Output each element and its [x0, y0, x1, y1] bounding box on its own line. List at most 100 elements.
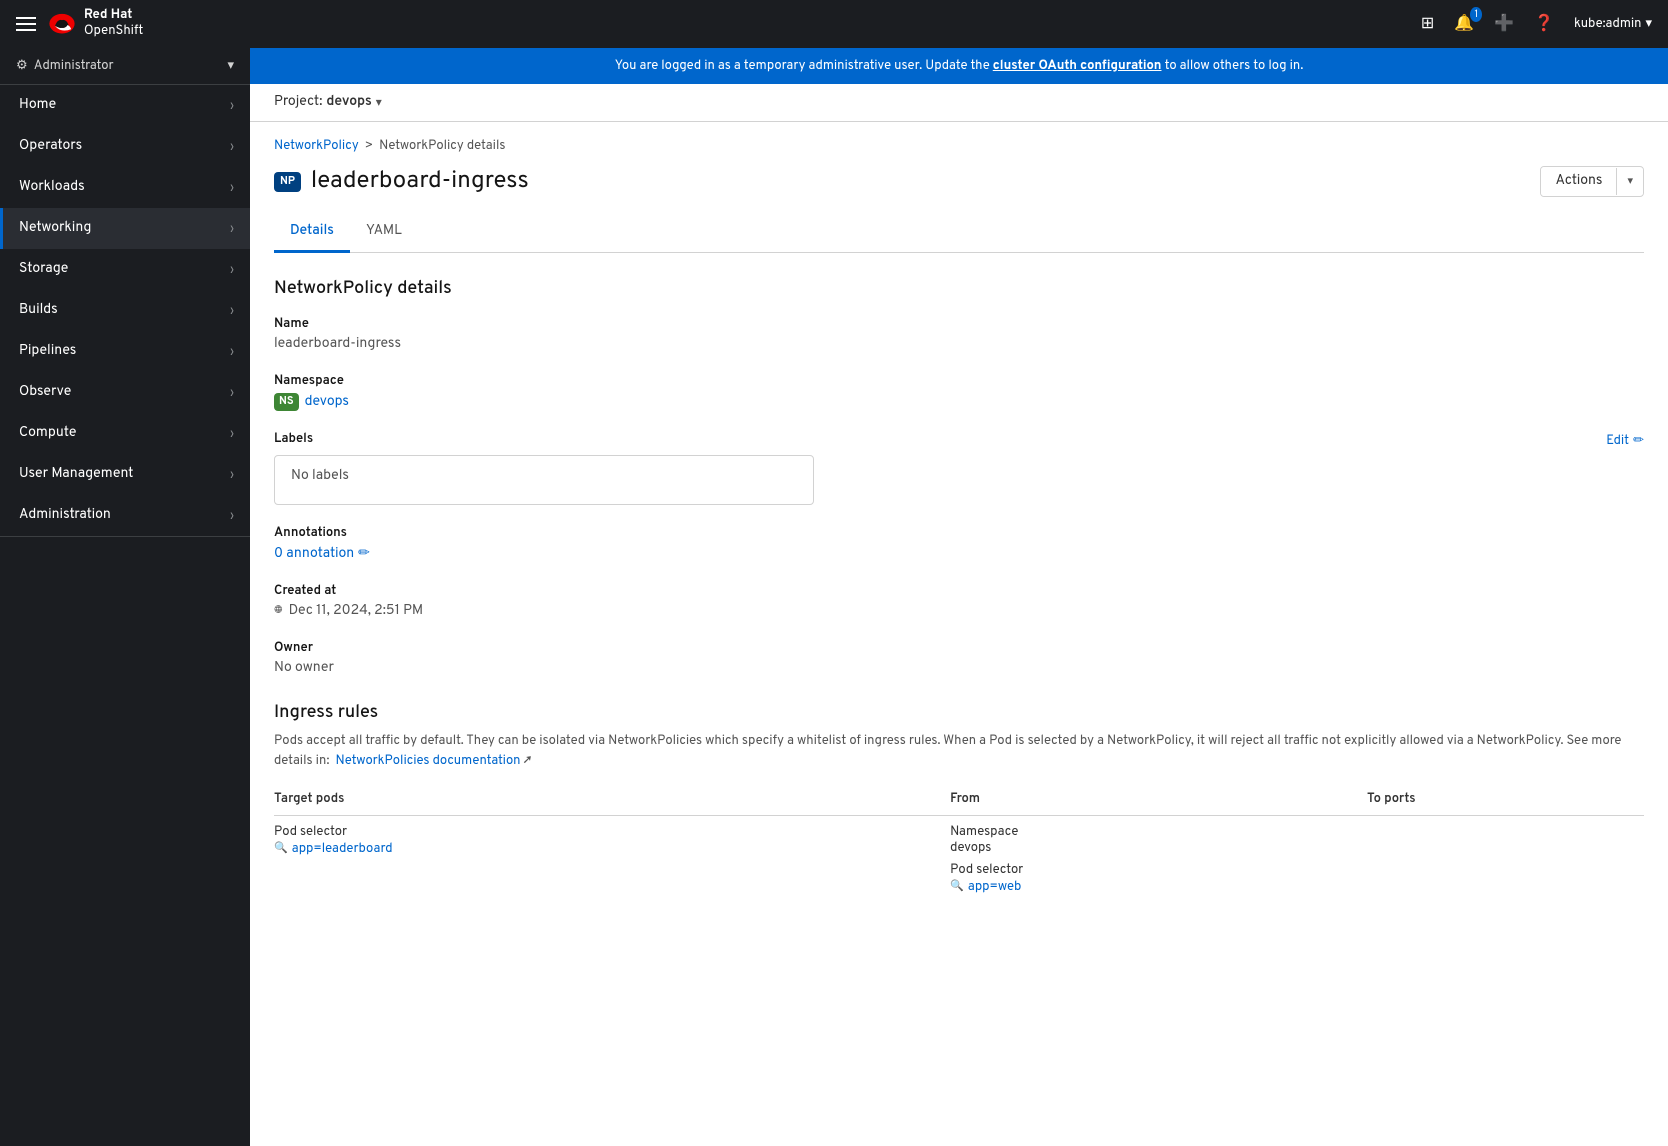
observe-label: Observe: [19, 384, 71, 401]
ingress-title: Ingress rules: [274, 701, 1644, 724]
from-namespace-value: devops: [950, 840, 1367, 856]
builds-chevron: ›: [230, 303, 234, 319]
sidebar-item-networking[interactable]: Networking ›: [0, 208, 250, 249]
brand-logo-area: Red Hat OpenShift: [48, 8, 143, 39]
labels-box: No labels: [274, 455, 814, 505]
target-pod-value: app=leaderboard: [292, 841, 393, 857]
hamburger-menu[interactable]: [16, 17, 36, 31]
banner-message: You are logged in as a temporary adminis…: [615, 58, 993, 74]
ingress-description: Pods accept all traffic by default. They…: [274, 732, 1644, 771]
from-pod-selector-label: Pod selector: [950, 862, 1367, 878]
labels-field: Labels Edit ✏ No labels: [274, 431, 1644, 505]
pencil-icon: ✏: [1633, 433, 1644, 449]
actions-button[interactable]: Actions ▾: [1540, 166, 1644, 197]
main-content: You are logged in as a temporary adminis…: [250, 48, 1668, 1146]
add-icon[interactable]: ➕: [1494, 13, 1514, 35]
name-value: leaderboard-ingress: [274, 336, 1644, 353]
admin-label: ⚙ Administrator: [16, 58, 114, 74]
administration-label: Administration: [19, 507, 111, 524]
project-bar: Project: devops ▾: [250, 84, 1668, 122]
annotations-value: 0 annotation: [274, 546, 354, 563]
sidebar-item-compute[interactable]: Compute ›: [0, 413, 250, 454]
annotations-link[interactable]: 0 annotation ✏: [274, 545, 370, 563]
from-cell: Namespace devops Pod selector 🔍 app=web: [950, 816, 1367, 903]
created-datetime: Dec 11, 2024, 2:51 PM: [289, 603, 424, 620]
labels-edit-text: Edit: [1606, 433, 1629, 449]
tab-bar: Details YAML: [274, 213, 1644, 253]
sidebar-admin-header: ⚙ Administrator ▾: [0, 48, 250, 85]
namespace-link[interactable]: devops: [305, 394, 349, 411]
owner-label: Owner: [274, 640, 1644, 656]
annotation-pencil-icon: ✏: [358, 545, 370, 563]
workloads-chevron: ›: [230, 180, 234, 196]
to-ports-cell: [1367, 816, 1644, 903]
sidebar-item-observe[interactable]: Observe ›: [0, 372, 250, 413]
notifications-badge: 1: [1470, 7, 1482, 22]
breadcrumb-parent[interactable]: NetworkPolicy: [274, 138, 359, 154]
created-at-field: Created at 🌐 Dec 11, 2024, 2:51 PM: [274, 583, 1644, 620]
created-label: Created at: [274, 583, 1644, 599]
details-section-title: NetworkPolicy details: [274, 277, 1644, 300]
details-section: NetworkPolicy details Name leaderboard-i…: [274, 277, 1644, 677]
sidebar-item-user-management[interactable]: User Management ›: [0, 454, 250, 495]
gear-icon: ⚙: [16, 58, 28, 74]
target-pod-selector-link[interactable]: 🔍 app=leaderboard: [274, 841, 393, 857]
admin-banner: You are logged in as a temporary adminis…: [250, 48, 1668, 84]
col-from: From: [950, 783, 1367, 816]
created-value: 🌐 Dec 11, 2024, 2:51 PM: [274, 603, 1644, 620]
annotations-label: Annotations: [274, 525, 1644, 541]
ingress-section: Ingress rules Pods accept all traffic by…: [274, 701, 1644, 903]
sidebar-nav: Home › Operators › Workloads › Networkin…: [0, 85, 250, 537]
builds-label: Builds: [19, 302, 58, 319]
page-title-row: NP leaderboard-ingress Actions ▾: [274, 166, 1644, 197]
networking-chevron: ›: [230, 221, 234, 237]
np-badge: NP: [274, 172, 301, 192]
notifications-bell[interactable]: 🔔 1: [1454, 13, 1474, 35]
brand-text: Red Hat OpenShift: [84, 8, 143, 39]
operators-label: Operators: [19, 138, 82, 155]
project-dropdown[interactable]: ▾: [376, 95, 382, 111]
labels-edit-link[interactable]: Edit ✏: [1606, 433, 1644, 449]
workloads-label: Workloads: [19, 179, 85, 196]
tab-details[interactable]: Details: [274, 213, 350, 253]
project-label: Project:: [274, 94, 322, 111]
external-link-icon: ↗: [524, 753, 532, 769]
sidebar-item-home[interactable]: Home ›: [0, 85, 250, 126]
sidebar-item-workloads[interactable]: Workloads ›: [0, 167, 250, 208]
tab-yaml[interactable]: YAML: [350, 213, 418, 253]
oauth-config-link[interactable]: cluster OAuth configuration: [993, 58, 1162, 74]
networkpolicies-docs-link[interactable]: NetworkPolicies documentation: [336, 753, 521, 769]
user-name: kube:admin: [1574, 16, 1641, 32]
from-pod-selector-link[interactable]: 🔍 app=web: [950, 879, 1021, 895]
breadcrumb-separator: >: [365, 138, 373, 154]
annotations-field: Annotations 0 annotation ✏: [274, 525, 1644, 563]
sidebar-item-storage[interactable]: Storage ›: [0, 249, 250, 290]
pipelines-chevron: ›: [230, 344, 234, 360]
admin-chevron[interactable]: ▾: [227, 58, 234, 74]
labels-empty: No labels: [291, 468, 349, 485]
user-menu[interactable]: kube:admin ▾: [1574, 16, 1652, 32]
banner-suffix: to allow others to log in.: [1165, 58, 1304, 74]
sidebar-item-operators[interactable]: Operators ›: [0, 126, 250, 167]
target-search-icon: 🔍: [274, 841, 288, 856]
user-management-label: User Management: [19, 466, 133, 483]
namespace-label: Namespace: [274, 373, 1644, 389]
grid-icon[interactable]: ⊞: [1421, 13, 1434, 35]
storage-label: Storage: [19, 261, 68, 278]
help-icon[interactable]: ❓: [1534, 13, 1554, 35]
compute-chevron: ›: [230, 426, 234, 442]
sidebar-item-pipelines[interactable]: Pipelines ›: [0, 331, 250, 372]
sidebar-item-administration[interactable]: Administration ›: [0, 495, 250, 536]
from-search-icon: 🔍: [950, 879, 964, 894]
pod-selector-label: Pod selector: [274, 824, 950, 840]
page-title: leaderboard-ingress: [311, 167, 529, 197]
globe-icon: 🌐: [274, 603, 283, 620]
compute-label: Compute: [19, 425, 76, 442]
storage-chevron: ›: [230, 262, 234, 278]
col-to-ports: To ports: [1367, 783, 1644, 816]
operators-chevron: ›: [230, 139, 234, 155]
ns-icon: NS: [274, 393, 299, 411]
sidebar-item-builds[interactable]: Builds ›: [0, 290, 250, 331]
ingress-table: Target pods From To ports Pod selector 🔍: [274, 783, 1644, 903]
labels-label: Labels: [274, 431, 313, 447]
